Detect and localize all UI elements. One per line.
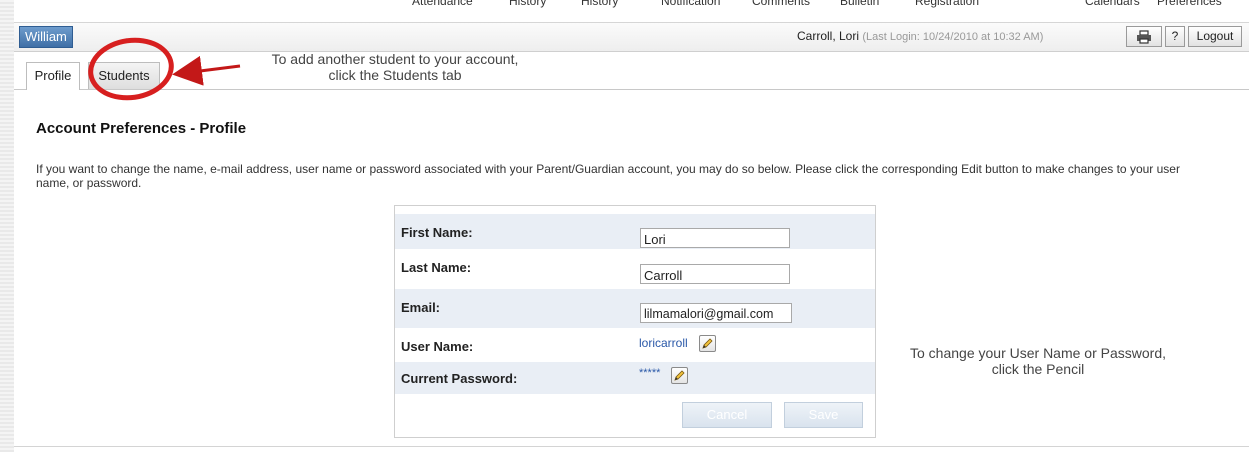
- students-callout-line1: To add another student to your account,: [271, 51, 519, 67]
- tab-profile[interactable]: Profile: [26, 62, 80, 90]
- page-title: Account Preferences - Profile: [36, 120, 247, 137]
- print-icon: [1137, 30, 1151, 44]
- student-selector[interactable]: William: [19, 26, 73, 48]
- nav-calendars[interactable]: Calendars: [1085, 0, 1140, 8]
- bottom-divider: [14, 446, 1249, 447]
- tab-bar: Profile Students: [14, 52, 1249, 90]
- last-name-row: Last Name:: [395, 249, 875, 289]
- top-navigation: Attendance History History Notification …: [0, 0, 1249, 14]
- left-gutter: [0, 0, 14, 452]
- last-name-label: Last Name:: [401, 260, 472, 275]
- password-value: *****: [639, 367, 661, 379]
- save-button[interactable]: Save: [784, 402, 863, 428]
- intro-text: If you want to change the name, e-mail a…: [36, 162, 1180, 190]
- nav-bulletin[interactable]: Bulletin: [840, 0, 879, 8]
- header-bar: William Carroll, Lori (Last Login: 10/24…: [14, 22, 1249, 52]
- print-button[interactable]: [1126, 26, 1162, 47]
- pencil-callout-line2: click the Pencil: [991, 361, 1085, 377]
- pencil-callout: To change your User Name or Password, cl…: [878, 345, 1198, 377]
- nav-attendance[interactable]: Attendance: [412, 0, 473, 8]
- edit-username-button[interactable]: [699, 335, 716, 352]
- edit-password-button[interactable]: [671, 367, 688, 384]
- email-row: Email:: [395, 289, 875, 328]
- students-callout: To add another student to your account, …: [245, 51, 545, 83]
- cancel-button[interactable]: Cancel: [682, 402, 772, 428]
- last-login: (Last Login: 10/24/2010 at 10:32 AM): [862, 31, 1044, 43]
- account-name: Carroll, Lori: [797, 29, 860, 43]
- first-name-row: First Name:: [395, 214, 875, 249]
- first-name-field[interactable]: [640, 228, 790, 248]
- first-name-label: First Name:: [401, 225, 473, 240]
- nav-preferences[interactable]: Preferences: [1157, 0, 1222, 8]
- pencil-callout-line1: To change your User Name or Password,: [910, 345, 1166, 361]
- students-callout-line2: click the Students tab: [328, 67, 462, 83]
- pencil-icon: [674, 370, 685, 381]
- profile-form: First Name: Last Name: Email: User Name:…: [394, 205, 876, 438]
- last-name-field[interactable]: [640, 264, 790, 284]
- username-label: User Name:: [401, 339, 474, 354]
- email-label: Email:: [401, 300, 441, 315]
- nav-history-1[interactable]: History: [509, 0, 546, 8]
- help-button[interactable]: ?: [1165, 26, 1185, 47]
- password-label: Current Password:: [401, 371, 518, 386]
- username-row: User Name: loricarroll: [395, 328, 875, 362]
- account-info: Carroll, Lori (Last Login: 10/24/2010 at…: [797, 29, 1043, 43]
- password-row: Current Password: *****: [395, 362, 875, 394]
- nav-history-2[interactable]: History: [581, 0, 618, 8]
- logout-button[interactable]: Logout: [1188, 26, 1242, 47]
- nav-comments[interactable]: Comments: [752, 0, 810, 8]
- nav-registration[interactable]: Registration: [915, 0, 979, 8]
- pencil-icon: [702, 338, 713, 349]
- email-field[interactable]: [640, 303, 792, 323]
- nav-notification[interactable]: Notification: [661, 0, 720, 8]
- username-value: loricarroll: [639, 336, 688, 350]
